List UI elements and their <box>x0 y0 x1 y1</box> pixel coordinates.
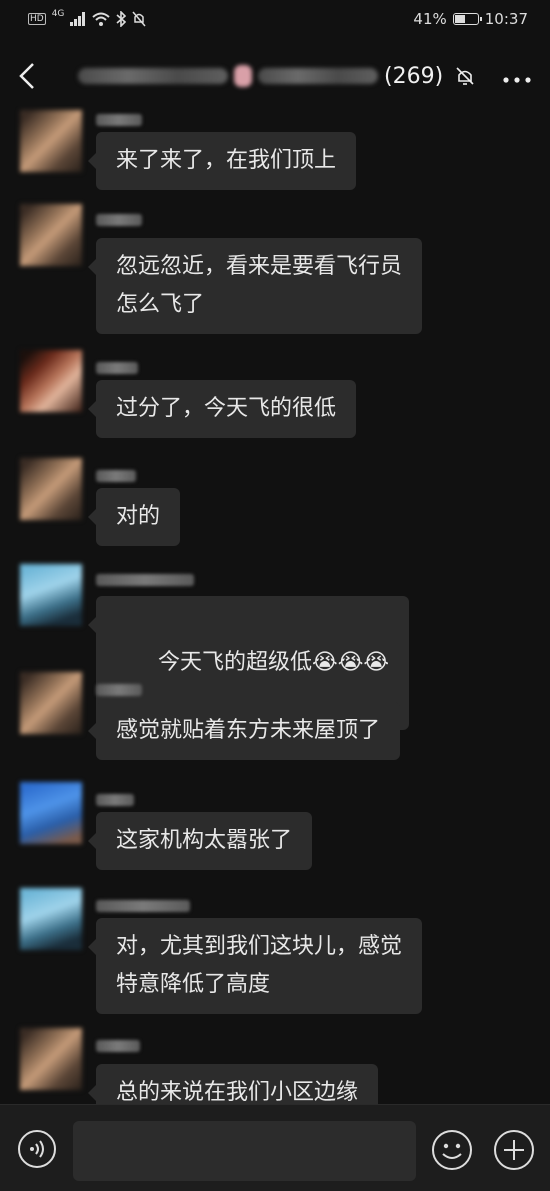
emoji-button[interactable] <box>431 1129 473 1171</box>
sender-name <box>96 684 142 696</box>
message-bubble[interactable]: 这家机构太嚣张了 <box>87 812 313 870</box>
message-bubble[interactable]: 来了来了，在我们顶上 <box>87 132 357 190</box>
avatar[interactable] <box>20 110 82 172</box>
back-icon <box>19 63 34 89</box>
message-bubble[interactable]: 对，尤其到我们这块儿，感觉 特意降低了高度 <box>87 918 423 1014</box>
signal-icon <box>70 12 86 26</box>
battery-icon <box>452 13 482 25</box>
message-bubble[interactable]: 总的来说在我们小区边缘 <box>87 1064 379 1104</box>
plus-button[interactable] <box>493 1129 535 1171</box>
message-bubble[interactable]: 对的 <box>87 488 181 546</box>
avatar[interactable] <box>20 782 82 844</box>
status-bar: HD 4G 41% 10:37 <box>0 0 550 38</box>
battery-percent: 41% <box>413 10 447 28</box>
blurred-group-name-2 <box>258 68 378 84</box>
emoji-icon <box>432 1130 472 1170</box>
sender-name <box>96 362 138 374</box>
message-bubble[interactable]: 忽远忽近，看来是要看飞行员 怎么飞了 <box>87 238 423 334</box>
network-type: 4G <box>51 9 65 19</box>
sender-name <box>96 470 136 482</box>
avatar[interactable] <box>20 458 82 520</box>
clock: 10:37 <box>484 10 528 28</box>
crying-emoji-icon: 😭😭😭 <box>311 650 390 675</box>
message-text: 今天飞的超级低 <box>157 650 312 675</box>
chat-header: (269) <box>0 38 550 114</box>
avatar[interactable] <box>20 888 82 950</box>
member-count: (269) <box>384 63 444 89</box>
voice-button[interactable] <box>17 1129 57 1169</box>
message-input[interactable] <box>73 1121 416 1181</box>
sender-name <box>96 574 194 586</box>
back-button[interactable] <box>18 63 44 89</box>
avatar[interactable] <box>20 672 82 734</box>
avatar[interactable] <box>20 564 82 626</box>
message-bubble[interactable]: 过分了，今天飞的很低 <box>87 380 357 438</box>
pink-emoji-blur <box>234 65 252 87</box>
more-icon <box>503 77 531 83</box>
more-button[interactable] <box>502 61 532 91</box>
sender-name <box>96 114 142 126</box>
wifi-icon <box>92 12 111 26</box>
mute-bell-icon <box>456 67 474 85</box>
sender-name <box>96 794 134 806</box>
sender-name <box>96 214 142 226</box>
group-title: (269) <box>78 64 475 89</box>
silent-bell-icon <box>132 11 146 27</box>
avatar[interactable] <box>20 204 82 266</box>
blurred-group-name <box>78 68 228 84</box>
avatar[interactable] <box>20 350 82 412</box>
sender-name <box>96 1040 140 1052</box>
bluetooth-icon <box>116 11 127 27</box>
sender-name <box>96 900 190 912</box>
input-bar <box>0 1104 550 1191</box>
hd-badge: HD <box>28 13 46 25</box>
voice-icon <box>18 1130 56 1168</box>
status-right: 41% 10:37 <box>413 10 528 28</box>
status-left: HD 4G <box>28 9 146 27</box>
message-list[interactable]: 来了来了，在我们顶上 忽远忽近，看来是要看飞行员 怎么飞了 过分了，今天飞的很低… <box>0 106 550 1104</box>
avatar[interactable] <box>20 1028 82 1090</box>
message-bubble[interactable]: 感觉就贴着东方未来屋顶了 <box>87 702 401 760</box>
plus-icon <box>494 1130 534 1170</box>
